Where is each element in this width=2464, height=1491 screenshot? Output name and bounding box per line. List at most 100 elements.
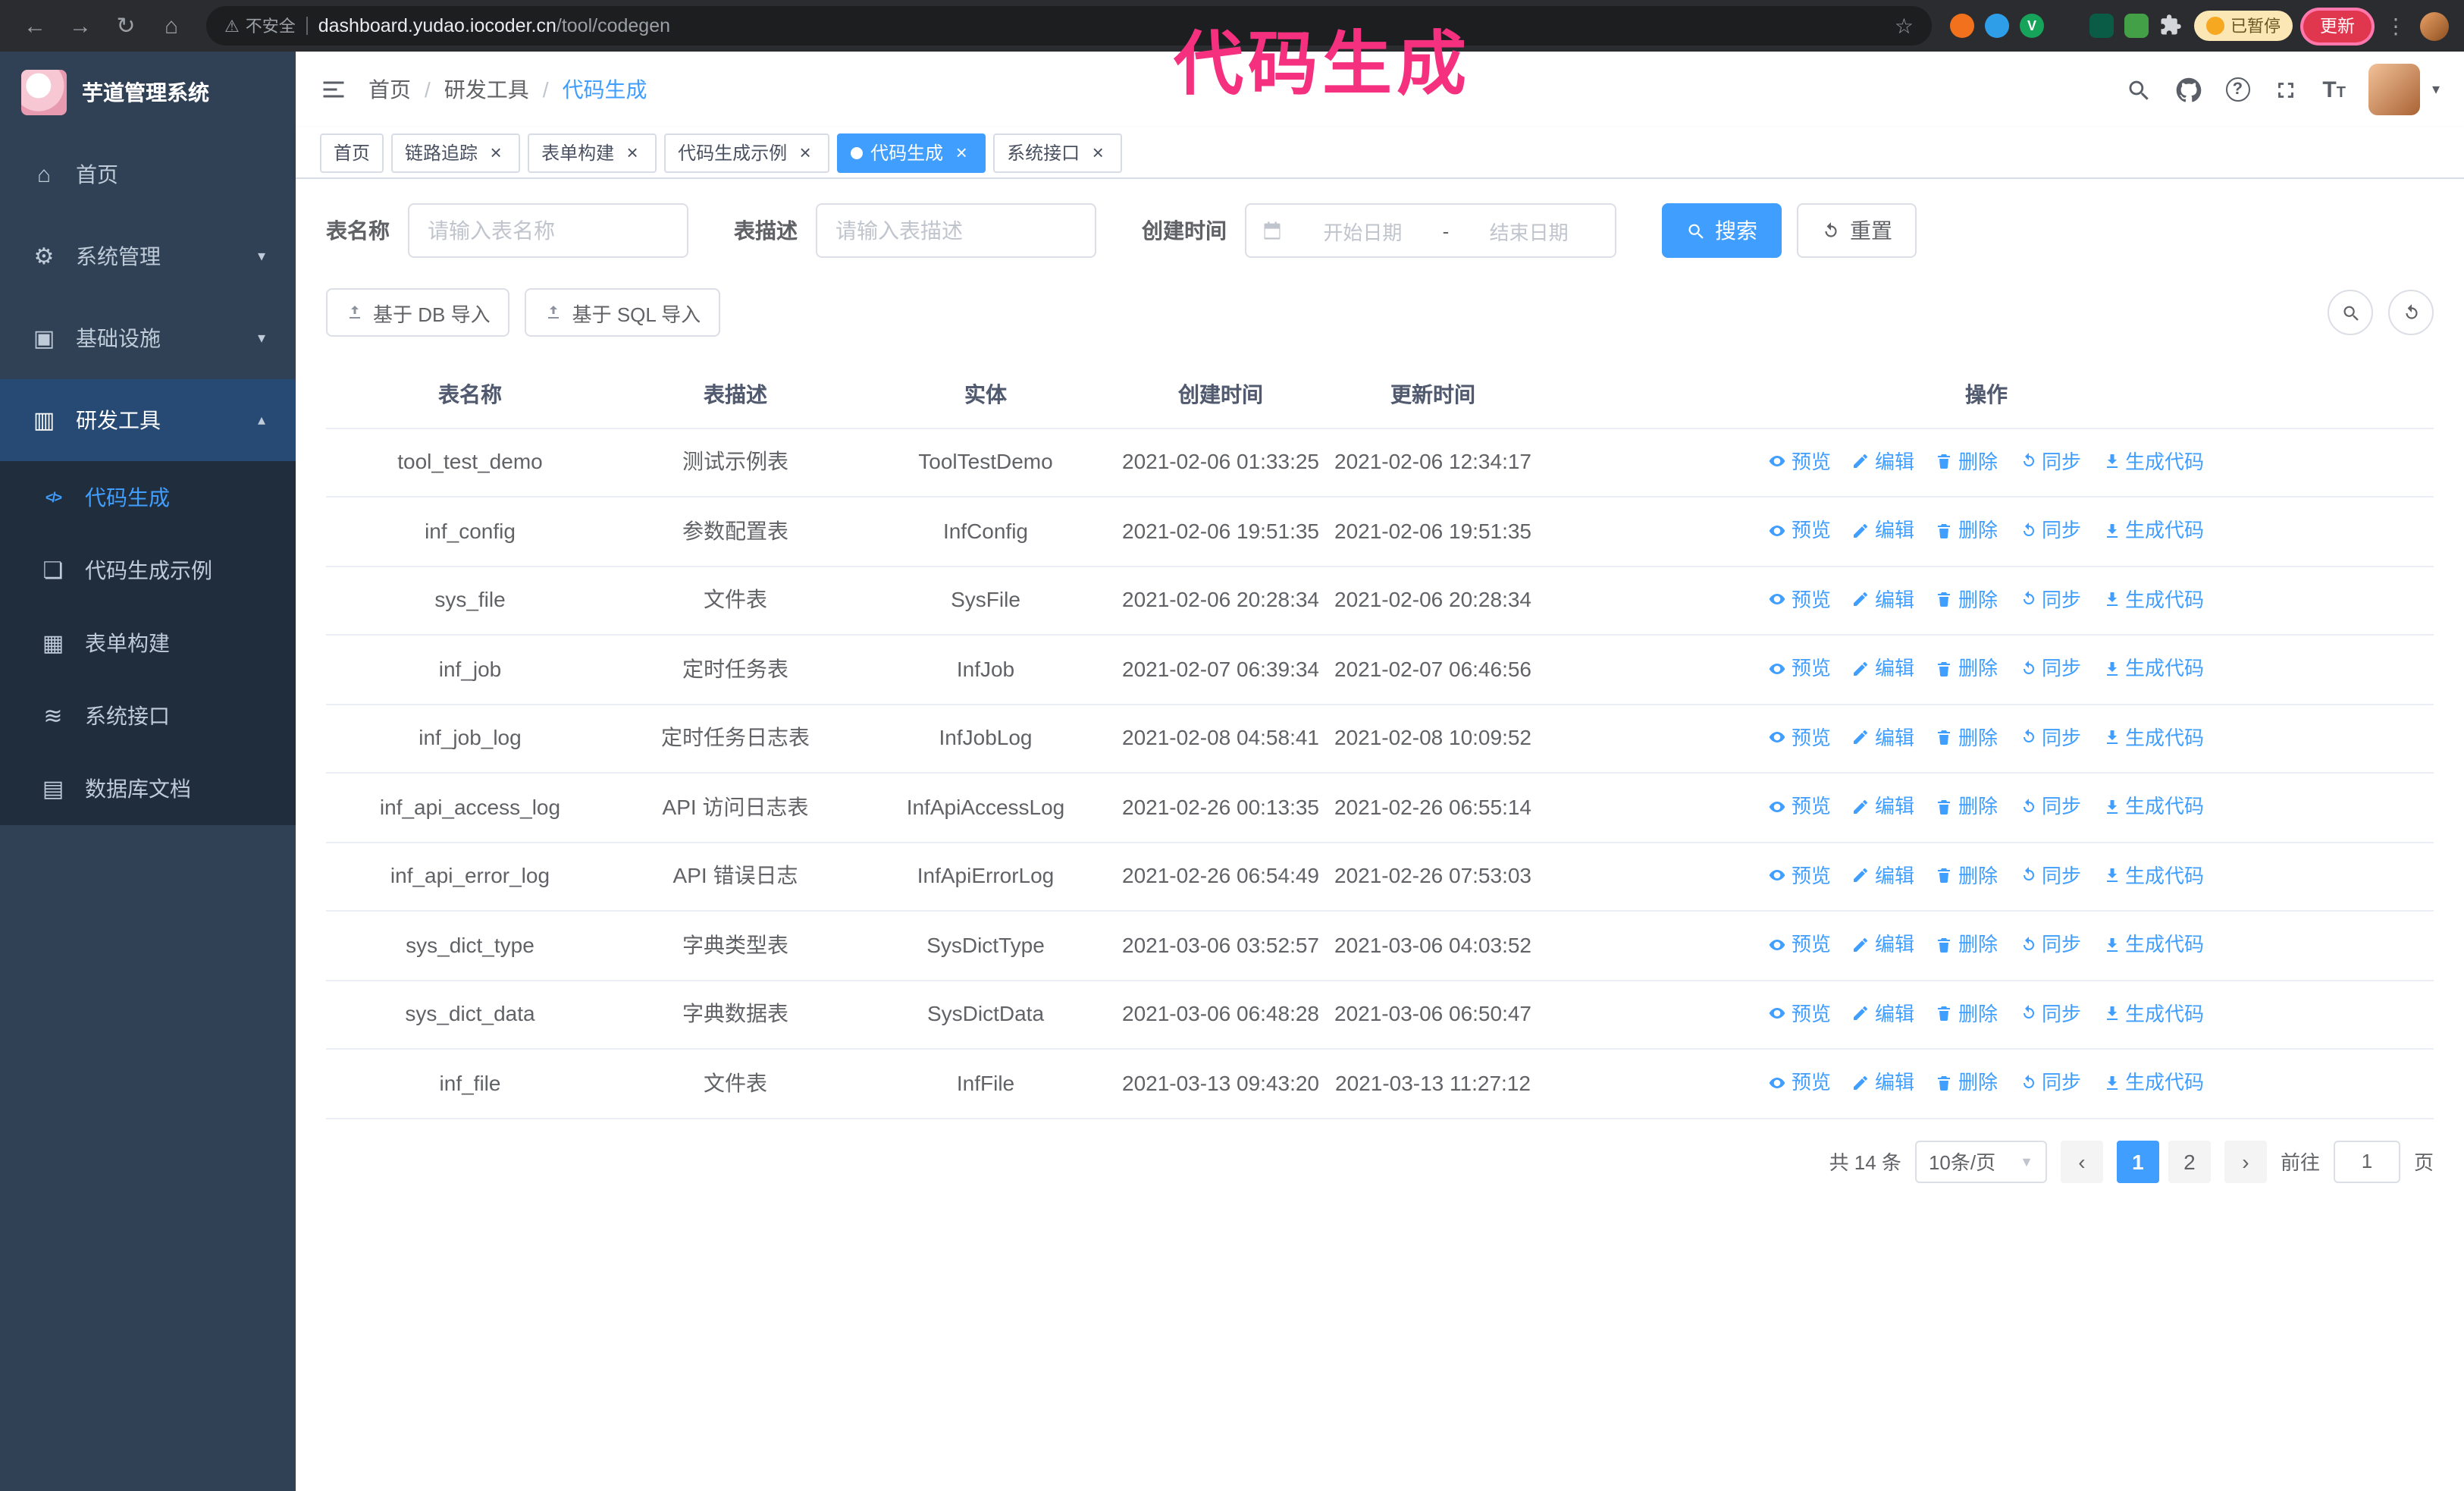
action-sync[interactable]: 同步 xyxy=(2019,445,2081,477)
action-generate-code[interactable]: 生成代码 xyxy=(2102,928,2204,960)
action-edit[interactable]: 编辑 xyxy=(1852,928,1914,960)
action-delete[interactable]: 删除 xyxy=(1936,721,1998,753)
prev-page-button[interactable]: ‹ xyxy=(2060,1140,2103,1182)
action-edit[interactable]: 编辑 xyxy=(1852,514,1914,546)
tab-codegen-example[interactable]: 代码生成示例 × xyxy=(664,133,830,172)
next-page-button[interactable]: › xyxy=(2224,1140,2267,1182)
tab-home[interactable]: 首页 xyxy=(320,133,384,172)
bookmark-star-icon[interactable]: ☆ xyxy=(1895,13,1914,39)
extension-icon-5[interactable] xyxy=(2089,14,2114,38)
address-bar[interactable]: ⚠ 不安全 dashboard.yudao.iocoder.cn/tool/cod… xyxy=(206,6,1932,46)
action-generate-code[interactable]: 生成代码 xyxy=(2102,445,2204,477)
table-name-input[interactable] xyxy=(408,203,688,258)
sidebar-item-system[interactable]: ⚙ 系统管理 ▾ xyxy=(0,215,296,297)
action-edit[interactable]: 编辑 xyxy=(1852,790,1914,822)
action-preview[interactable]: 预览 xyxy=(1769,928,1831,960)
action-sync[interactable]: 同步 xyxy=(2019,859,2081,891)
action-preview[interactable]: 预览 xyxy=(1769,514,1831,546)
action-sync[interactable]: 同步 xyxy=(2019,928,2081,960)
tab-codegen[interactable]: 代码生成 × xyxy=(837,133,986,172)
github-icon[interactable] xyxy=(2175,76,2202,103)
import-db-button[interactable]: 基于 DB 导入 xyxy=(326,288,510,337)
sidebar-item-infra[interactable]: ▣ 基础设施 ▾ xyxy=(0,297,296,379)
action-preview[interactable]: 预览 xyxy=(1769,1066,1831,1098)
close-icon[interactable]: × xyxy=(1087,142,1108,163)
extension-icon-4[interactable] xyxy=(2055,14,2079,38)
action-sync[interactable]: 同步 xyxy=(2019,583,2081,615)
action-generate-code[interactable]: 生成代码 xyxy=(2102,790,2204,822)
page-button-1[interactable]: 1 xyxy=(2116,1140,2159,1182)
action-delete[interactable]: 删除 xyxy=(1936,445,1998,477)
action-preview[interactable]: 预览 xyxy=(1769,583,1831,615)
user-avatar[interactable] xyxy=(2368,64,2420,115)
tab-form-builder[interactable]: 表单构建 × xyxy=(528,133,657,172)
action-preview[interactable]: 预览 xyxy=(1769,790,1831,822)
action-preview[interactable]: 预览 xyxy=(1769,721,1831,753)
breadcrumb-item[interactable]: 首页 xyxy=(368,74,411,105)
action-preview[interactable]: 预览 xyxy=(1769,997,1831,1029)
browser-home-icon[interactable]: ⌂ xyxy=(152,6,191,46)
action-edit[interactable]: 编辑 xyxy=(1852,583,1914,615)
breadcrumb-item[interactable]: 研发工具 xyxy=(444,74,529,105)
action-edit[interactable]: 编辑 xyxy=(1852,997,1914,1029)
action-delete[interactable]: 删除 xyxy=(1936,997,1998,1029)
back-icon[interactable]: ← xyxy=(15,6,55,46)
close-icon[interactable]: × xyxy=(485,142,506,163)
table-desc-input[interactable] xyxy=(816,203,1096,258)
action-preview[interactable]: 预览 xyxy=(1769,445,1831,477)
sidebar-subitem-codegen-example[interactable]: ❏ 代码生成示例 xyxy=(0,534,296,607)
sidebar-subitem-db-doc[interactable]: ▤ 数据库文档 xyxy=(0,752,296,825)
action-delete[interactable]: 删除 xyxy=(1936,859,1998,891)
caret-down-icon[interactable]: ▾ xyxy=(2432,81,2440,98)
action-generate-code[interactable]: 生成代码 xyxy=(2102,583,2204,615)
action-sync[interactable]: 同步 xyxy=(2019,1066,2081,1098)
reload-icon[interactable]: ↻ xyxy=(106,6,146,46)
sidebar-item-devtools[interactable]: ▥ 研发工具 ▴ xyxy=(0,379,296,461)
goto-page-input[interactable] xyxy=(2333,1140,2400,1182)
refresh-table-button[interactable] xyxy=(2388,290,2434,335)
action-generate-code[interactable]: 生成代码 xyxy=(2102,721,2204,753)
action-sync[interactable]: 同步 xyxy=(2019,997,2081,1029)
sidebar-item-home[interactable]: ⌂ 首页 xyxy=(0,133,296,215)
update-button[interactable]: 更新 xyxy=(2303,10,2372,42)
date-range-picker[interactable]: 开始日期 - 结束日期 xyxy=(1245,203,1616,258)
help-icon[interactable]: ? xyxy=(2225,77,2250,102)
action-edit[interactable]: 编辑 xyxy=(1852,445,1914,477)
tab-api[interactable]: 系统接口 × xyxy=(993,133,1123,172)
extension-icon-3[interactable]: V xyxy=(2020,14,2044,38)
page-button-2[interactable]: 2 xyxy=(2168,1140,2211,1182)
action-edit[interactable]: 编辑 xyxy=(1852,1066,1914,1098)
sidebar-subitem-codegen[interactable]: </> 代码生成 xyxy=(0,461,296,534)
tab-trace[interactable]: 链路追踪 × xyxy=(391,133,521,172)
extension-icon-1[interactable] xyxy=(1950,14,1974,38)
action-sync[interactable]: 同步 xyxy=(2019,721,2081,753)
action-edit[interactable]: 编辑 xyxy=(1852,859,1914,891)
action-delete[interactable]: 删除 xyxy=(1936,583,1998,615)
search-icon[interactable] xyxy=(2125,76,2152,103)
action-generate-code[interactable]: 生成代码 xyxy=(2102,997,2204,1029)
close-icon[interactable]: × xyxy=(795,142,816,163)
action-preview[interactable]: 预览 xyxy=(1769,652,1831,684)
font-size-icon[interactable]: TT xyxy=(2322,77,2346,102)
action-generate-code[interactable]: 生成代码 xyxy=(2102,859,2204,891)
action-generate-code[interactable]: 生成代码 xyxy=(2102,652,2204,684)
action-delete[interactable]: 删除 xyxy=(1936,928,1998,960)
action-delete[interactable]: 删除 xyxy=(1936,514,1998,546)
search-button[interactable]: 搜索 xyxy=(1662,203,1782,258)
sidebar-subitem-form-builder[interactable]: ▦ 表单构建 xyxy=(0,607,296,680)
not-secure-warning[interactable]: ⚠ 不安全 xyxy=(224,14,296,38)
paused-badge[interactable]: 已暂停 xyxy=(2194,11,2293,41)
extensions-puzzle-icon[interactable] xyxy=(2159,14,2183,38)
close-icon[interactable]: × xyxy=(622,142,643,163)
action-delete[interactable]: 删除 xyxy=(1936,1066,1998,1098)
action-sync[interactable]: 同步 xyxy=(2019,790,2081,822)
action-generate-code[interactable]: 生成代码 xyxy=(2102,514,2204,546)
forward-icon[interactable]: → xyxy=(61,6,100,46)
browser-profile-avatar[interactable] xyxy=(2420,11,2449,40)
kebab-menu-icon[interactable]: ⋮ xyxy=(2382,13,2409,39)
reset-button[interactable]: 重置 xyxy=(1797,203,1917,258)
hamburger-icon[interactable] xyxy=(320,76,347,103)
import-sql-button[interactable]: 基于 SQL 导入 xyxy=(525,288,721,337)
breadcrumb-item[interactable]: 代码生成 xyxy=(563,74,647,105)
extension-icon-2[interactable] xyxy=(1985,14,2009,38)
